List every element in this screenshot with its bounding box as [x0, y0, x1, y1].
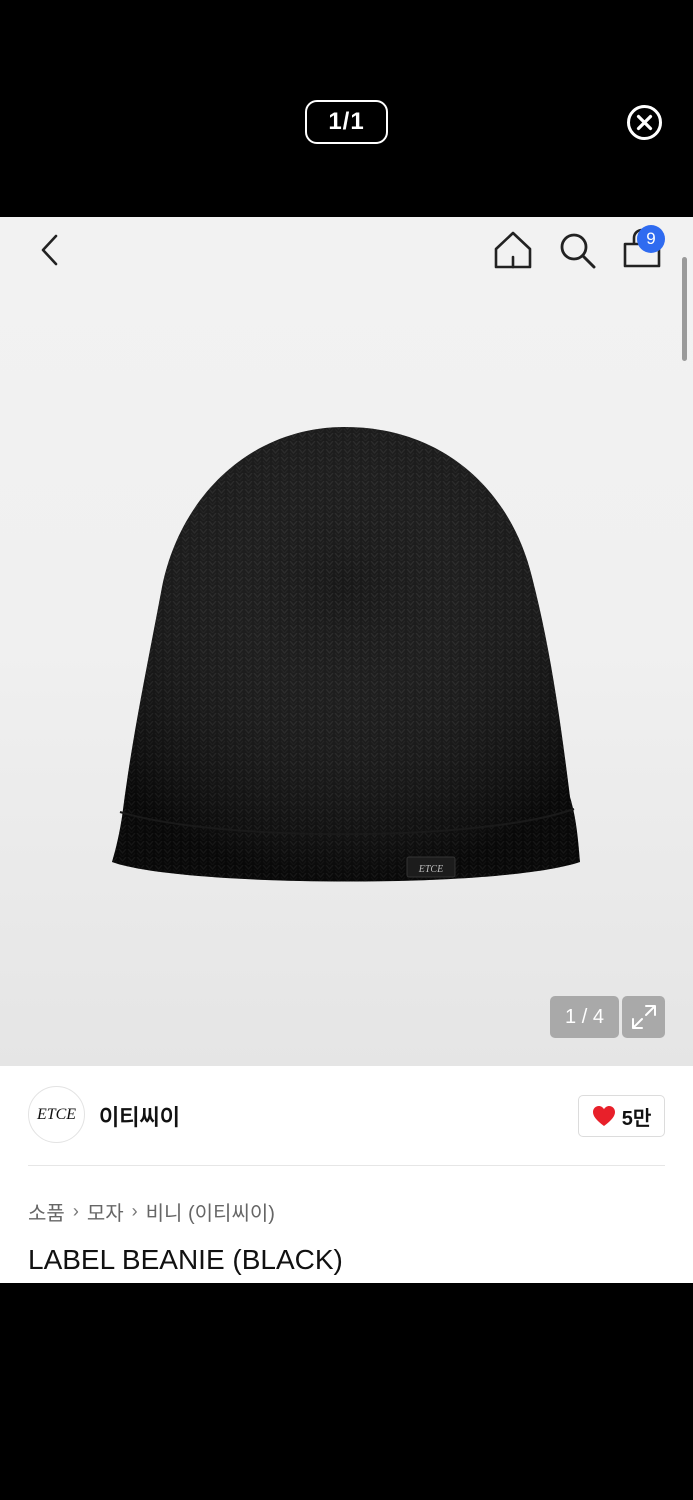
product-title: LABEL BEANIE (BLACK) — [28, 1244, 343, 1275]
home-icon[interactable] — [493, 230, 533, 270]
breadcrumb: 소품 › 모자 › 비니 (이티씨이) — [28, 1197, 275, 1226]
search-icon[interactable] — [557, 230, 597, 270]
breadcrumb-item-beanie[interactable]: 비니 (이티씨이) — [146, 1197, 275, 1226]
expand-button[interactable] — [622, 996, 665, 1038]
cart-count-badge: 9 — [637, 225, 665, 253]
product-image-gallery[interactable]: 9 ETCE 1 / 4 — [0, 217, 693, 1066]
brand-name[interactable]: 이티씨이 — [99, 1100, 180, 1132]
close-circle-icon[interactable] — [626, 104, 663, 141]
chevron-right-icon: › — [131, 1200, 138, 1221]
viewer-top-bar: 1/1 — [0, 0, 693, 217]
image-counter: 1 / 4 — [550, 996, 619, 1038]
expand-icon — [631, 1005, 656, 1029]
chevron-right-icon: › — [72, 1200, 79, 1221]
brand-logo[interactable]: ETCE — [28, 1086, 85, 1143]
beanie-label-text: ETCE — [418, 864, 443, 875]
beanie-product-image: ETCE — [112, 427, 580, 882]
like-button[interactable]: 5만 — [578, 1095, 665, 1137]
viewer-bottom-bar — [0, 1283, 693, 1500]
chevron-left-icon[interactable] — [36, 233, 64, 267]
breadcrumb-item-accessories[interactable]: 소품 — [28, 1197, 65, 1226]
app-screen: 9 ETCE 1 / 4 ETCE 이티씨이 5만 소품 › 모자 › 비니 (… — [0, 217, 693, 1283]
brand-row: ETCE 이티씨이 5만 — [28, 1086, 665, 1144]
viewer-page-counter: 1/1 — [305, 100, 388, 144]
divider — [28, 1165, 665, 1166]
breadcrumb-item-hats[interactable]: 모자 — [87, 1197, 124, 1226]
like-count: 5만 — [621, 1107, 652, 1130]
heart-icon — [592, 1106, 615, 1126]
scrollbar[interactable] — [682, 257, 687, 361]
